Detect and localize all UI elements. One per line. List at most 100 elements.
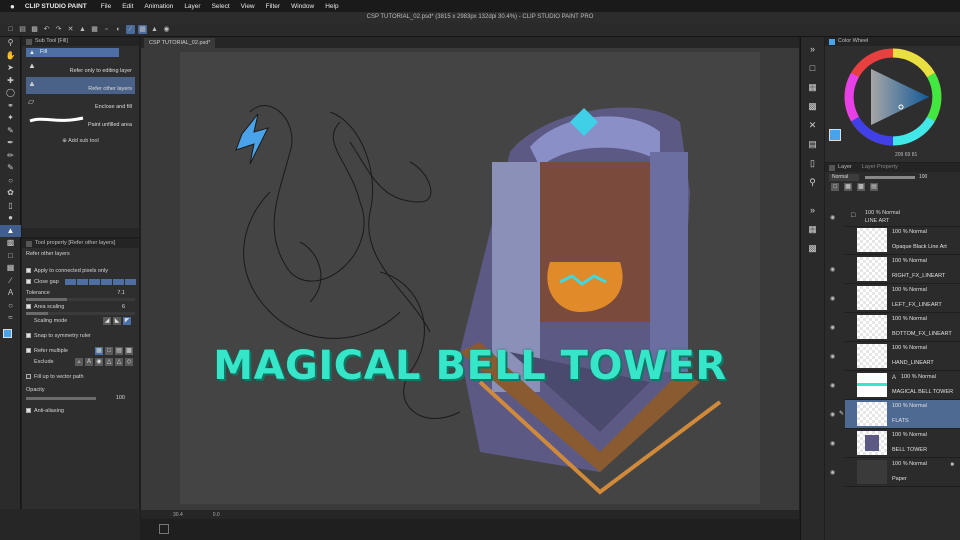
layer-opacity-slider[interactable] bbox=[865, 175, 915, 179]
fill-tool-icon[interactable]: ▲ bbox=[0, 224, 21, 237]
fill-icon[interactable]: ▲ bbox=[78, 25, 87, 34]
invert-icon[interactable]: ◐ bbox=[114, 25, 123, 34]
snap-ruler-icon[interactable]: ∕ bbox=[126, 25, 135, 34]
menu-file[interactable]: File bbox=[101, 3, 111, 10]
eraser-icon[interactable]: ▯ bbox=[0, 200, 21, 213]
visibility-eye-icon[interactable]: ◉ bbox=[830, 295, 835, 302]
fill-vector-row[interactable]: Fill up to vector path bbox=[22, 371, 139, 382]
layer-property-icon[interactable]: ▩ bbox=[806, 241, 820, 255]
menu-layer[interactable]: Layer bbox=[184, 3, 200, 10]
layer-row[interactable]: ◉ 100 % Normal LEFT_FX_LINEART bbox=[830, 284, 960, 313]
visibility-eye-icon[interactable]: ◉ bbox=[830, 353, 835, 360]
subtool-paint-unfilled[interactable]: Paint unfilled area bbox=[26, 113, 135, 130]
frame-icon[interactable]: ▦ bbox=[0, 262, 21, 275]
layer-row-selected[interactable]: ◉ ✎ 100 % Normal FLATS bbox=[830, 400, 960, 429]
scaling-mode-2-icon[interactable]: ◣ bbox=[113, 316, 121, 325]
brush-icon[interactable]: ✎ bbox=[0, 162, 21, 175]
refer-multiple-checkbox[interactable] bbox=[26, 348, 31, 353]
exclude-6-icon[interactable]: ◇ bbox=[125, 357, 133, 366]
add-sub-tool[interactable]: ⊕ Add sub tool bbox=[22, 138, 139, 144]
reference-layer-icon[interactable]: ▦ bbox=[844, 183, 852, 191]
close-gap-selector[interactable] bbox=[64, 278, 137, 285]
blend-mode-select[interactable]: Normal bbox=[829, 173, 859, 181]
scaling-mode-3-icon[interactable]: ◤ bbox=[123, 316, 131, 325]
color-wheel[interactable] bbox=[825, 47, 960, 147]
info-panel-icon[interactable]: ▩ bbox=[806, 99, 820, 113]
exclude-3-icon[interactable]: ◉ bbox=[95, 357, 103, 366]
apply-connected-checkbox[interactable] bbox=[26, 268, 31, 273]
new-file-icon[interactable]: □ bbox=[6, 25, 15, 34]
close-gap-checkbox[interactable] bbox=[26, 279, 31, 284]
area-scaling-row[interactable]: Area scaling 6 bbox=[22, 301, 139, 312]
visibility-eye-icon[interactable]: ◉ bbox=[830, 440, 835, 447]
navigator-icon[interactable] bbox=[159, 524, 169, 534]
zoom-readout[interactable]: 30.4 bbox=[173, 512, 183, 518]
visibility-eye-icon[interactable]: ◉ bbox=[830, 214, 835, 221]
undo-icon[interactable]: ↶ bbox=[42, 25, 51, 34]
menu-select[interactable]: Select bbox=[212, 3, 230, 10]
decoration-icon[interactable]: ✿ bbox=[0, 187, 21, 200]
menu-help[interactable]: Help bbox=[325, 3, 338, 10]
draft-layer-icon[interactable]: ▩ bbox=[857, 183, 865, 191]
snap-special-icon[interactable]: ▲ bbox=[150, 25, 159, 34]
apple-icon[interactable]: ● bbox=[10, 2, 15, 11]
menu-app-name[interactable]: CLIP STUDIO PAINT bbox=[25, 3, 87, 10]
menu-edit[interactable]: Edit bbox=[122, 3, 133, 10]
visibility-eye-icon[interactable]: ◉ bbox=[830, 266, 835, 273]
antialiasing-checkbox[interactable] bbox=[26, 408, 31, 413]
menu-filter[interactable]: Filter bbox=[266, 3, 280, 10]
layer-folder-line-art[interactable]: ◉ □ 100 % Normal LINE ART bbox=[830, 209, 960, 227]
layer-row[interactable]: ◉ 100 % Normal HAND_LINEART bbox=[830, 342, 960, 371]
clip-studio-icon[interactable]: ◉ bbox=[162, 25, 171, 34]
visibility-eye-icon[interactable]: ◉ bbox=[830, 469, 835, 476]
refer-reference-icon[interactable]: □ bbox=[105, 346, 113, 355]
pencil-icon[interactable]: ✏ bbox=[0, 150, 21, 163]
snap-symmetry-checkbox[interactable] bbox=[26, 333, 31, 338]
refer-multiple-row[interactable]: Refer multiple ▦ □ ▤ ▩ bbox=[22, 345, 139, 356]
layer-row[interactable]: ◉ 100 % Normal BOTTOM_FX_LINEART bbox=[830, 313, 960, 342]
layer-search-icon[interactable]: ⚲ bbox=[806, 175, 820, 189]
subtool-enclose-fill[interactable]: ▱ Enclose and fill bbox=[26, 95, 135, 112]
tolerance-slider[interactable] bbox=[26, 298, 135, 301]
hand-tool-icon[interactable]: ✋ bbox=[0, 50, 21, 63]
lasso-icon[interactable]: ⚭ bbox=[0, 100, 21, 113]
visibility-eye-icon[interactable]: ◉ bbox=[830, 324, 835, 331]
panel-collapse-icon[interactable]: » bbox=[806, 42, 820, 56]
subtool-refer-other[interactable]: ▲ Refer other layers bbox=[26, 77, 135, 94]
layer-row[interactable]: ◉ 100 % Normal BELL TOWER bbox=[830, 429, 960, 458]
layer-row[interactable]: ◉ 100 % Normal RIGHT_FX_LINEART bbox=[830, 255, 960, 284]
eyedropper-icon[interactable]: ✎ bbox=[0, 125, 21, 138]
auto-select-icon[interactable]: ✦ bbox=[0, 112, 21, 125]
auto-actions-icon[interactable]: ✕ bbox=[806, 118, 820, 132]
navigator-panel-icon[interactable]: □ bbox=[806, 61, 820, 75]
refer-all-layers-icon[interactable]: ▦ bbox=[95, 346, 103, 355]
lock-layer-icon[interactable]: ▤ bbox=[870, 183, 878, 191]
exclude-1-icon[interactable]: ▵ bbox=[75, 357, 83, 366]
angle-readout[interactable]: 0.0 bbox=[213, 512, 220, 518]
visibility-eye-icon[interactable]: ◉ bbox=[830, 382, 835, 389]
snap-grid-icon[interactable]: ▦ bbox=[138, 25, 147, 34]
menu-window[interactable]: Window bbox=[291, 3, 314, 10]
opacity-slider[interactable] bbox=[26, 396, 96, 400]
menu-view[interactable]: View bbox=[241, 3, 255, 10]
redo-icon[interactable]: ↷ bbox=[54, 25, 63, 34]
layer-panel-icon[interactable]: ▦ bbox=[806, 222, 820, 236]
operation-tool-icon[interactable]: ➤ bbox=[0, 62, 21, 75]
visibility-eye-icon[interactable]: ◉ bbox=[830, 411, 835, 418]
blend-icon[interactable]: ● bbox=[0, 212, 21, 225]
material-icon[interactable]: ▯ bbox=[806, 156, 820, 170]
clear-icon[interactable]: ✕ bbox=[66, 25, 75, 34]
zoom-tool-icon[interactable]: ⚲ bbox=[0, 37, 21, 50]
save-icon[interactable]: ▩ bbox=[30, 25, 39, 34]
apply-connected-row[interactable]: Apply to connected pixels only bbox=[22, 265, 139, 276]
refer-selected-icon[interactable]: ▤ bbox=[115, 346, 123, 355]
canvas[interactable] bbox=[180, 52, 760, 504]
antialiasing-row[interactable]: Anti-aliasing bbox=[22, 405, 139, 416]
sub-tool-group-tab[interactable]: ▲ Fill bbox=[26, 48, 119, 57]
figure-icon[interactable]: □ bbox=[0, 250, 21, 263]
main-color-indicator[interactable] bbox=[829, 129, 841, 141]
area-scaling-slider[interactable] bbox=[26, 312, 135, 315]
clip-layer-icon[interactable]: □ bbox=[831, 183, 839, 191]
transform-icon[interactable]: ▦ bbox=[90, 25, 99, 34]
exclude-2-icon[interactable]: A bbox=[85, 357, 93, 366]
